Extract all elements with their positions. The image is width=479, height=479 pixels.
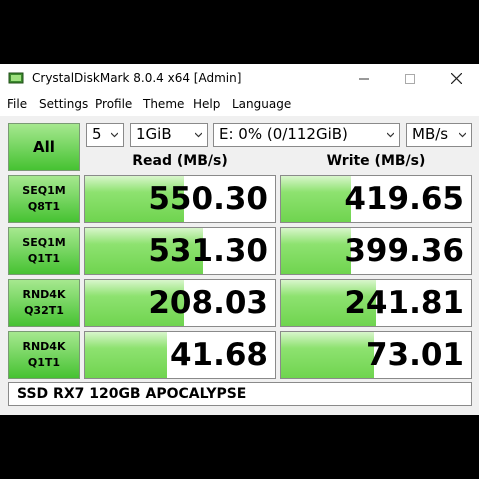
write-progress-bar	[281, 228, 352, 274]
write-value: 241.81	[344, 285, 464, 321]
write-value: 73.01	[365, 337, 464, 373]
test-params: Q1T1	[27, 356, 61, 369]
maximize-button[interactable]	[387, 64, 433, 94]
app-window: CrystalDiskMark 8.0.4 x64 [Admin] File S…	[0, 64, 479, 415]
chevron-down-icon	[387, 132, 394, 138]
unit-value: MB/s	[412, 125, 449, 143]
menu-help[interactable]: Help	[193, 97, 220, 111]
test-button-seq1m-q8t1[interactable]: SEQ1M Q8T1	[8, 175, 80, 223]
title-bar: CrystalDiskMark 8.0.4 x64 [Admin]	[0, 64, 479, 94]
write-result-cell: 73.01	[280, 331, 472, 379]
write-progress-bar	[281, 176, 352, 222]
menu-bar: File Settings Profile Theme Help Languag…	[0, 94, 479, 116]
maximize-icon	[405, 74, 415, 84]
write-result-cell: 399.36	[280, 227, 472, 275]
drive-value: E: 0% (0/112GiB)	[219, 125, 348, 143]
read-header: Read (MB/s)	[132, 153, 228, 169]
close-button[interactable]	[433, 64, 479, 94]
chevron-down-icon	[459, 132, 466, 138]
read-result-cell: 550.30	[84, 175, 276, 223]
read-progress-bar	[85, 332, 167, 378]
test-button-seq1m-q1t1[interactable]: SEQ1M Q1T1	[8, 227, 80, 275]
write-result-cell: 241.81	[280, 279, 472, 327]
test-button-rnd4k-q1t1[interactable]: RND4K Q1T1	[8, 331, 80, 379]
menu-language[interactable]: Language	[232, 97, 291, 111]
test-count-select[interactable]: 5	[86, 123, 124, 147]
all-button[interactable]: All	[8, 123, 80, 171]
read-value: 550.30	[148, 181, 268, 217]
chevron-down-icon	[111, 132, 118, 138]
test-size-select[interactable]: 1GiB	[130, 123, 208, 147]
minimize-icon	[359, 78, 369, 80]
main-panel: All 5 1GiB E: 0% (0/112GiB) MB/s Read (M…	[0, 116, 479, 415]
write-result-cell: 419.65	[280, 175, 472, 223]
read-value: 41.68	[169, 337, 268, 373]
write-progress-bar	[281, 332, 375, 378]
chevron-down-icon	[195, 132, 202, 138]
minimize-button[interactable]	[341, 64, 387, 94]
read-result-cell: 531.30	[84, 227, 276, 275]
comment-field[interactable]: SSD RX7 120GB APOCALYPSE	[8, 382, 472, 406]
test-button-rnd4k-q32t1[interactable]: RND4K Q32T1	[8, 279, 80, 327]
test-count-value: 5	[92, 125, 102, 143]
test-name: SEQ1M	[22, 184, 66, 197]
menu-profile[interactable]: Profile	[95, 97, 132, 111]
read-result-cell: 41.68	[84, 331, 276, 379]
close-icon	[450, 72, 462, 85]
write-value: 399.36	[344, 233, 464, 269]
window-title: CrystalDiskMark 8.0.4 x64 [Admin]	[32, 71, 242, 85]
menu-file[interactable]: File	[7, 97, 27, 111]
test-size-value: 1GiB	[136, 125, 172, 143]
read-value: 208.03	[148, 285, 268, 321]
write-header: Write (MB/s)	[326, 153, 426, 169]
write-value: 419.65	[344, 181, 464, 217]
menu-theme[interactable]: Theme	[143, 97, 184, 111]
test-name: SEQ1M	[22, 236, 66, 249]
read-value: 531.30	[148, 233, 268, 269]
test-params: Q32T1	[24, 304, 64, 317]
drive-select[interactable]: E: 0% (0/112GiB)	[213, 123, 400, 147]
test-params: Q1T1	[27, 252, 61, 265]
menu-settings[interactable]: Settings	[39, 97, 88, 111]
test-name: RND4K	[22, 288, 66, 301]
test-params: Q8T1	[27, 200, 61, 213]
unit-select[interactable]: MB/s	[406, 123, 472, 147]
read-result-cell: 208.03	[84, 279, 276, 327]
test-name: RND4K	[22, 340, 66, 353]
app-icon	[8, 70, 24, 86]
